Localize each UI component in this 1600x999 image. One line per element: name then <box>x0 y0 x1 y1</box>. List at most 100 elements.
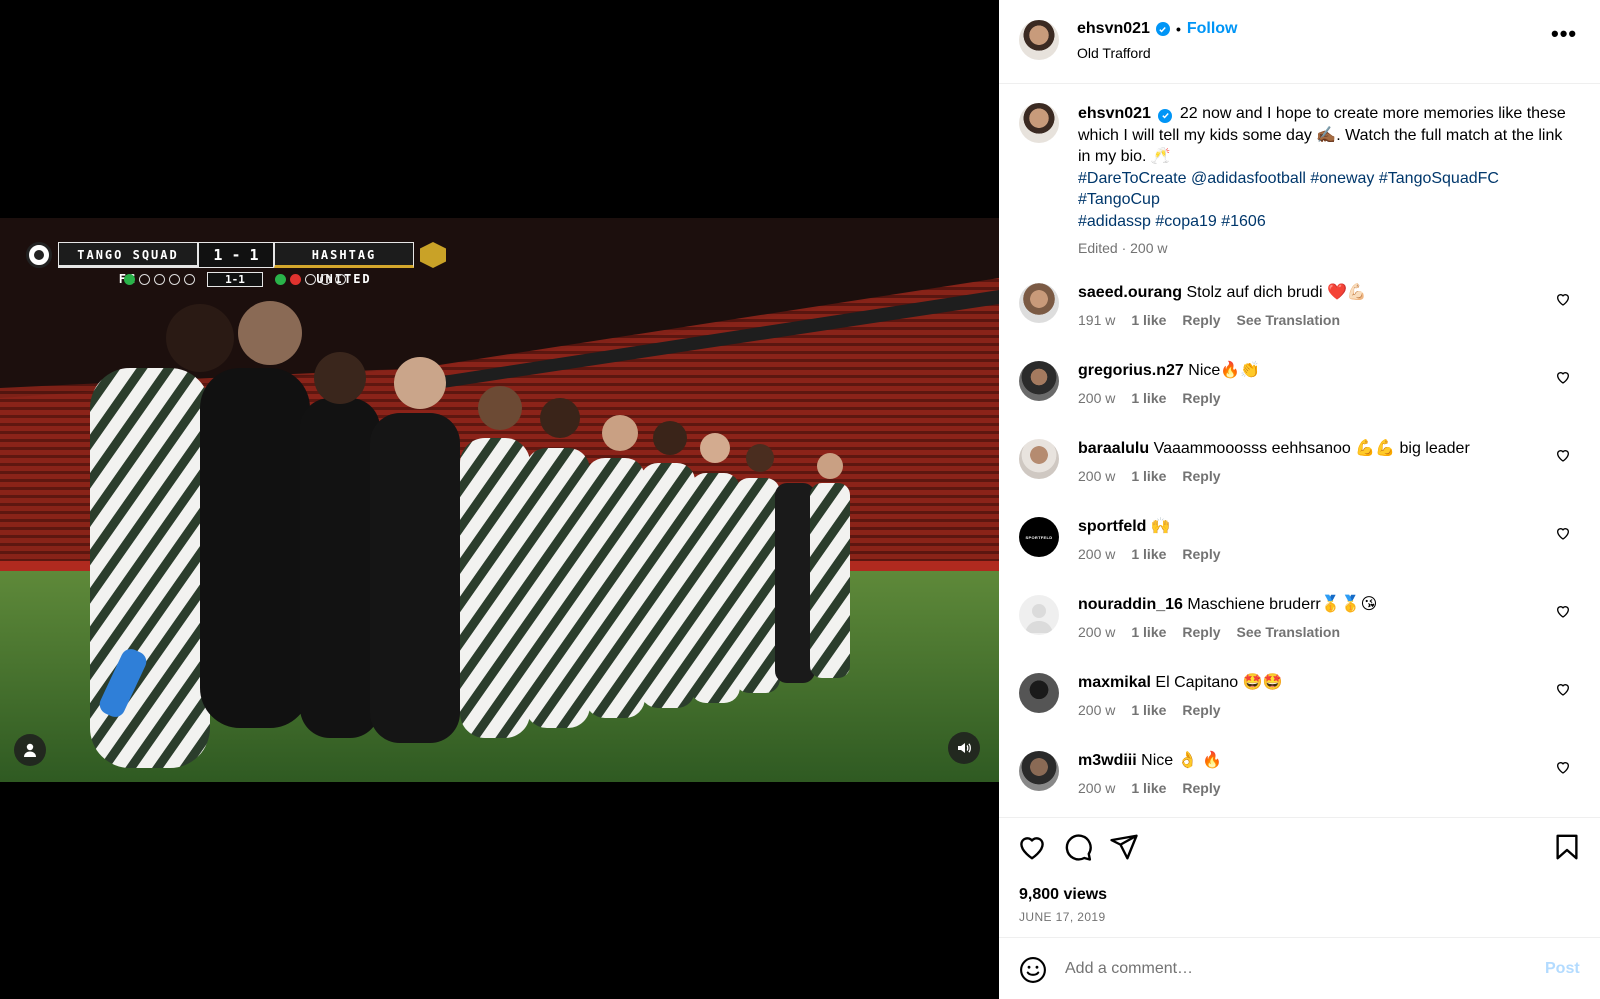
comment-item: maxmikal El Capitano 🤩🤩 200 w 1 like Rep… <box>1019 673 1579 733</box>
commenter-avatar[interactable]: SPORTFELD <box>1019 517 1059 557</box>
commenter-avatar[interactable] <box>1019 283 1059 323</box>
match-score: 1 - 1 <box>198 242 274 268</box>
verified-icon <box>1155 22 1170 36</box>
comment-text: Stolz auf dich brudi ❤️💪🏻 <box>1186 284 1367 301</box>
caption-meta: Edited · 200 w <box>1078 240 1168 256</box>
away-penalty-4 <box>320 274 331 285</box>
caption-username[interactable]: ehsvn021 <box>1078 105 1151 122</box>
commenter-username[interactable]: saeed.ourang <box>1078 284 1182 301</box>
commenter-username[interactable]: baraalulu <box>1078 440 1149 457</box>
comment-text: Nice🔥👏 <box>1188 362 1261 379</box>
commenter-username[interactable]: m3wdiii <box>1078 752 1137 769</box>
home-penalty-5 <box>184 274 195 285</box>
commenter-username[interactable]: maxmikal <box>1078 674 1151 691</box>
comment-text: El Capitano 🤩🤩 <box>1155 674 1283 691</box>
comment-likes[interactable]: 1 like <box>1131 702 1166 718</box>
comment-likes[interactable]: 1 like <box>1131 312 1166 328</box>
emoji-icon[interactable] <box>1019 956 1047 984</box>
away-team-name: HASHTAG UNITED <box>274 242 414 286</box>
share-icon[interactable] <box>1109 832 1139 862</box>
away-penalty-2 <box>290 274 301 285</box>
penalty-tracker: 1-1 <box>124 272 346 287</box>
author-username[interactable]: ehsvn021 <box>1077 20 1150 38</box>
like-comment-heart-icon[interactable] <box>1555 291 1571 307</box>
home-team-name: TANGO SQUAD FC <box>58 242 198 286</box>
like-comment-heart-icon[interactable] <box>1555 603 1571 619</box>
comment-text: Vaaammooosss eehhsanoo 💪💪 big leader <box>1153 440 1470 457</box>
comments-feed[interactable]: ehsvn021 22 now and I hope to create mor… <box>999 85 1600 817</box>
comment-likes[interactable]: 1 like <box>1131 546 1166 562</box>
caption-hashtags-2[interactable]: #adidassp #copa19 #1606 <box>1078 211 1578 233</box>
author-avatar[interactable] <box>1019 20 1059 60</box>
comment-icon[interactable] <box>1063 832 1093 862</box>
penalty-score: 1-1 <box>207 272 263 287</box>
post-header: ehsvn021 • Follow Old Trafford ••• <box>999 0 1600 84</box>
commenter-username[interactable]: gregorius.n27 <box>1078 362 1184 379</box>
comment-text: 🙌 <box>1150 518 1171 535</box>
reply-button[interactable]: Reply <box>1182 390 1220 406</box>
comment-item: saeed.ourang Stolz auf dich brudi ❤️💪🏻 1… <box>1019 283 1579 343</box>
verified-icon <box>1158 108 1173 123</box>
commenter-avatar[interactable] <box>1019 361 1059 401</box>
caption-hashtags[interactable]: #DareToCreate @adidasfootball #oneway #T… <box>1078 168 1578 211</box>
away-penalty-5 <box>335 274 346 285</box>
reply-button[interactable]: Reply <box>1182 702 1220 718</box>
comment-likes[interactable]: 1 like <box>1131 468 1166 484</box>
see-translation-button[interactable]: See Translation <box>1237 312 1340 328</box>
video-player[interactable]: TANGO SQUAD FC 1 - 1 HASHTAG UNITED 1-1 <box>0 218 999 782</box>
commenter-avatar[interactable] <box>1019 673 1059 713</box>
caption-avatar[interactable] <box>1019 103 1059 143</box>
comment-input[interactable] <box>1065 954 1505 984</box>
sportfeld-logo-text: SPORTFELD <box>1025 534 1053 540</box>
commenter-username[interactable]: nouraddin_16 <box>1078 596 1183 613</box>
post-panel: ehsvn021 • Follow Old Trafford ••• ehsvn… <box>999 0 1600 999</box>
post-comment-button[interactable]: Post <box>1545 960 1580 978</box>
comment-item: gregorius.n27 Nice🔥👏 200 w 1 like Reply <box>1019 361 1579 421</box>
comment-age: 200 w <box>1078 546 1116 562</box>
reply-button[interactable]: Reply <box>1182 624 1220 640</box>
post-actions: 9,800 views JUNE 17, 2019 <box>999 817 1600 937</box>
comment-age: 200 w <box>1078 390 1116 406</box>
like-comment-heart-icon[interactable] <box>1555 525 1571 541</box>
comment-item: baraalulu Vaaammooosss eehhsanoo 💪💪 big … <box>1019 439 1579 499</box>
reply-button[interactable]: Reply <box>1182 312 1220 328</box>
see-translation-button[interactable]: See Translation <box>1237 624 1340 640</box>
commenter-avatar[interactable] <box>1019 595 1059 635</box>
follow-button[interactable]: Follow <box>1187 20 1238 38</box>
reply-button[interactable]: Reply <box>1182 468 1220 484</box>
away-crest-icon <box>420 242 446 268</box>
like-comment-heart-icon[interactable] <box>1555 447 1571 463</box>
comment-likes[interactable]: 1 like <box>1131 780 1166 796</box>
comment-item: m3wdiii Nice 👌 🔥 200 w 1 like Reply <box>1019 751 1579 811</box>
add-comment-bar: Post <box>999 937 1600 999</box>
post-media[interactable]: TANGO SQUAD FC 1 - 1 HASHTAG UNITED 1-1 <box>0 0 999 999</box>
commenter-avatar[interactable] <box>1019 439 1059 479</box>
user-tag-icon[interactable] <box>14 734 46 766</box>
home-penalty-4 <box>169 274 180 285</box>
post-location[interactable]: Old Trafford <box>1077 45 1151 61</box>
comment-age: 200 w <box>1078 468 1116 484</box>
comment-item: SPORTFELD sportfeld 🙌 200 w 1 like Reply <box>1019 517 1579 577</box>
post-date[interactable]: JUNE 17, 2019 <box>1019 910 1106 924</box>
comment-age: 200 w <box>1078 624 1116 640</box>
commenter-avatar[interactable] <box>1019 751 1059 791</box>
comment-age: 191 w <box>1078 312 1116 328</box>
view-count[interactable]: 9,800 views <box>1019 886 1107 904</box>
reply-button[interactable]: Reply <box>1182 546 1220 562</box>
video-frame <box>0 218 999 782</box>
reply-button[interactable]: Reply <box>1182 780 1220 796</box>
more-icon[interactable]: ••• <box>1551 23 1577 45</box>
heart-icon[interactable] <box>1017 832 1047 862</box>
away-penalty-1 <box>275 274 286 285</box>
like-comment-heart-icon[interactable] <box>1555 681 1571 697</box>
commenter-username[interactable]: sportfeld <box>1078 518 1146 535</box>
volume-icon[interactable] <box>948 732 980 764</box>
scoreboard: TANGO SQUAD FC 1 - 1 HASHTAG UNITED <box>26 242 446 286</box>
home-penalty-2 <box>139 274 150 285</box>
comment-likes[interactable]: 1 like <box>1131 390 1166 406</box>
comment-likes[interactable]: 1 like <box>1131 624 1166 640</box>
bookmark-icon[interactable] <box>1552 832 1582 862</box>
like-comment-heart-icon[interactable] <box>1555 369 1571 385</box>
comment-text: Maschiene bruderr🥇🥇😘 <box>1187 596 1378 613</box>
like-comment-heart-icon[interactable] <box>1555 759 1571 775</box>
